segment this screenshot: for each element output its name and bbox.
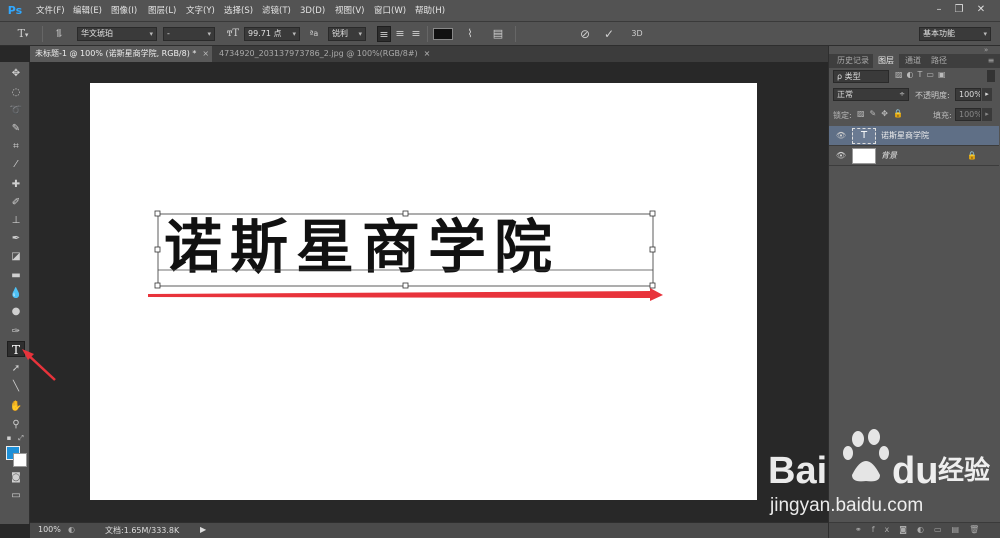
eye-icon[interactable]: 👁 (835, 151, 847, 161)
opacity-slider-toggle[interactable]: ▸ (982, 88, 992, 101)
lock-icons[interactable]: ▨✎✥🔒 (857, 109, 908, 118)
eye-icon[interactable]: 👁 (835, 131, 847, 141)
transform-handle (402, 282, 409, 289)
fill-slider-toggle[interactable]: ▸ (982, 108, 992, 121)
layer-filter-select[interactable]: ρ 类型 (833, 70, 889, 83)
filter-toggle[interactable] (987, 70, 995, 82)
text-layer-thumbnail-icon: T (852, 128, 876, 144)
arrow-right-icon (148, 288, 663, 301)
blend-mode-select[interactable]: 正常 ÷ (833, 88, 909, 101)
background-layer-thumbnail (852, 148, 876, 164)
status-bar: 100% ◐ 文档:1.65M/333.8K ▶ (30, 522, 828, 538)
fill-label: 填充: (933, 111, 952, 120)
filter-icons[interactable]: ▨◐T▭▣ (895, 70, 950, 79)
layer-name[interactable]: 诺斯星商学院 (881, 130, 929, 141)
zoom-level[interactable]: 100% (38, 525, 61, 534)
watermark-url: jingyan.baidu.com (769, 495, 923, 516)
tab-layers[interactable]: 图层 (873, 54, 899, 68)
baidu-paw-logo (843, 429, 889, 482)
panel-tabs: 历史记录 图层 通道 路径 ≡ (829, 54, 1000, 68)
transform-handle (649, 210, 656, 217)
watermark-brand: Bai (768, 450, 827, 492)
transform-handle (154, 246, 161, 253)
lock-label: 锁定: (833, 111, 852, 120)
collapse-panel-icon[interactable]: » (984, 46, 988, 54)
status-menu-arrow-icon[interactable]: ▶ (200, 525, 206, 534)
layer-row-text[interactable]: 👁 T 诺斯星商学院 (829, 126, 999, 146)
layer-footer-icons[interactable]: ⚭fx◙◐▭▤🗑 (855, 525, 989, 534)
tab-channels[interactable]: 通道 (899, 54, 927, 68)
fill-input[interactable]: 100% (955, 108, 981, 121)
transform-handle (154, 210, 161, 217)
red-arrow-underline (148, 288, 663, 301)
watermark-cn: 经验 (938, 455, 990, 486)
transform-handle (402, 210, 409, 217)
text-bounding-box: ✧ (154, 210, 656, 289)
panel-menu-icon[interactable]: ≡ (985, 54, 997, 68)
opacity-label: 不透明度: (915, 91, 950, 100)
transform-handle (649, 246, 656, 253)
transform-handle (154, 282, 161, 289)
status-icon: ◐ (68, 525, 75, 534)
lock-icon: 🔒 (967, 151, 977, 160)
opacity-input[interactable]: 100% (955, 88, 981, 101)
tab-history[interactable]: 历史记录 (833, 54, 873, 68)
blend-mode-value: 正常 (837, 90, 853, 99)
layer-name[interactable]: 背景 (881, 150, 897, 161)
layer-row-background[interactable]: 👁 背景 🔒 (829, 146, 999, 166)
filter-label: ρ 类型 (837, 72, 861, 81)
center-point-icon: ✧ (401, 247, 409, 258)
baidu-jingyan-watermark: Bai du 经验 jingyan.baidu.com (768, 429, 990, 516)
transform-handle (649, 282, 656, 289)
tab-paths[interactable]: 路径 (927, 54, 951, 68)
red-arrow-pointer (22, 349, 56, 381)
chevron-down-icon: ÷ (899, 90, 905, 98)
layers-panel-footer: ⚭fx◙◐▭▤🗑 (829, 522, 1000, 538)
document-info: 文档:1.65M/333.8K (105, 526, 180, 535)
watermark-brand-2: du (892, 450, 938, 492)
